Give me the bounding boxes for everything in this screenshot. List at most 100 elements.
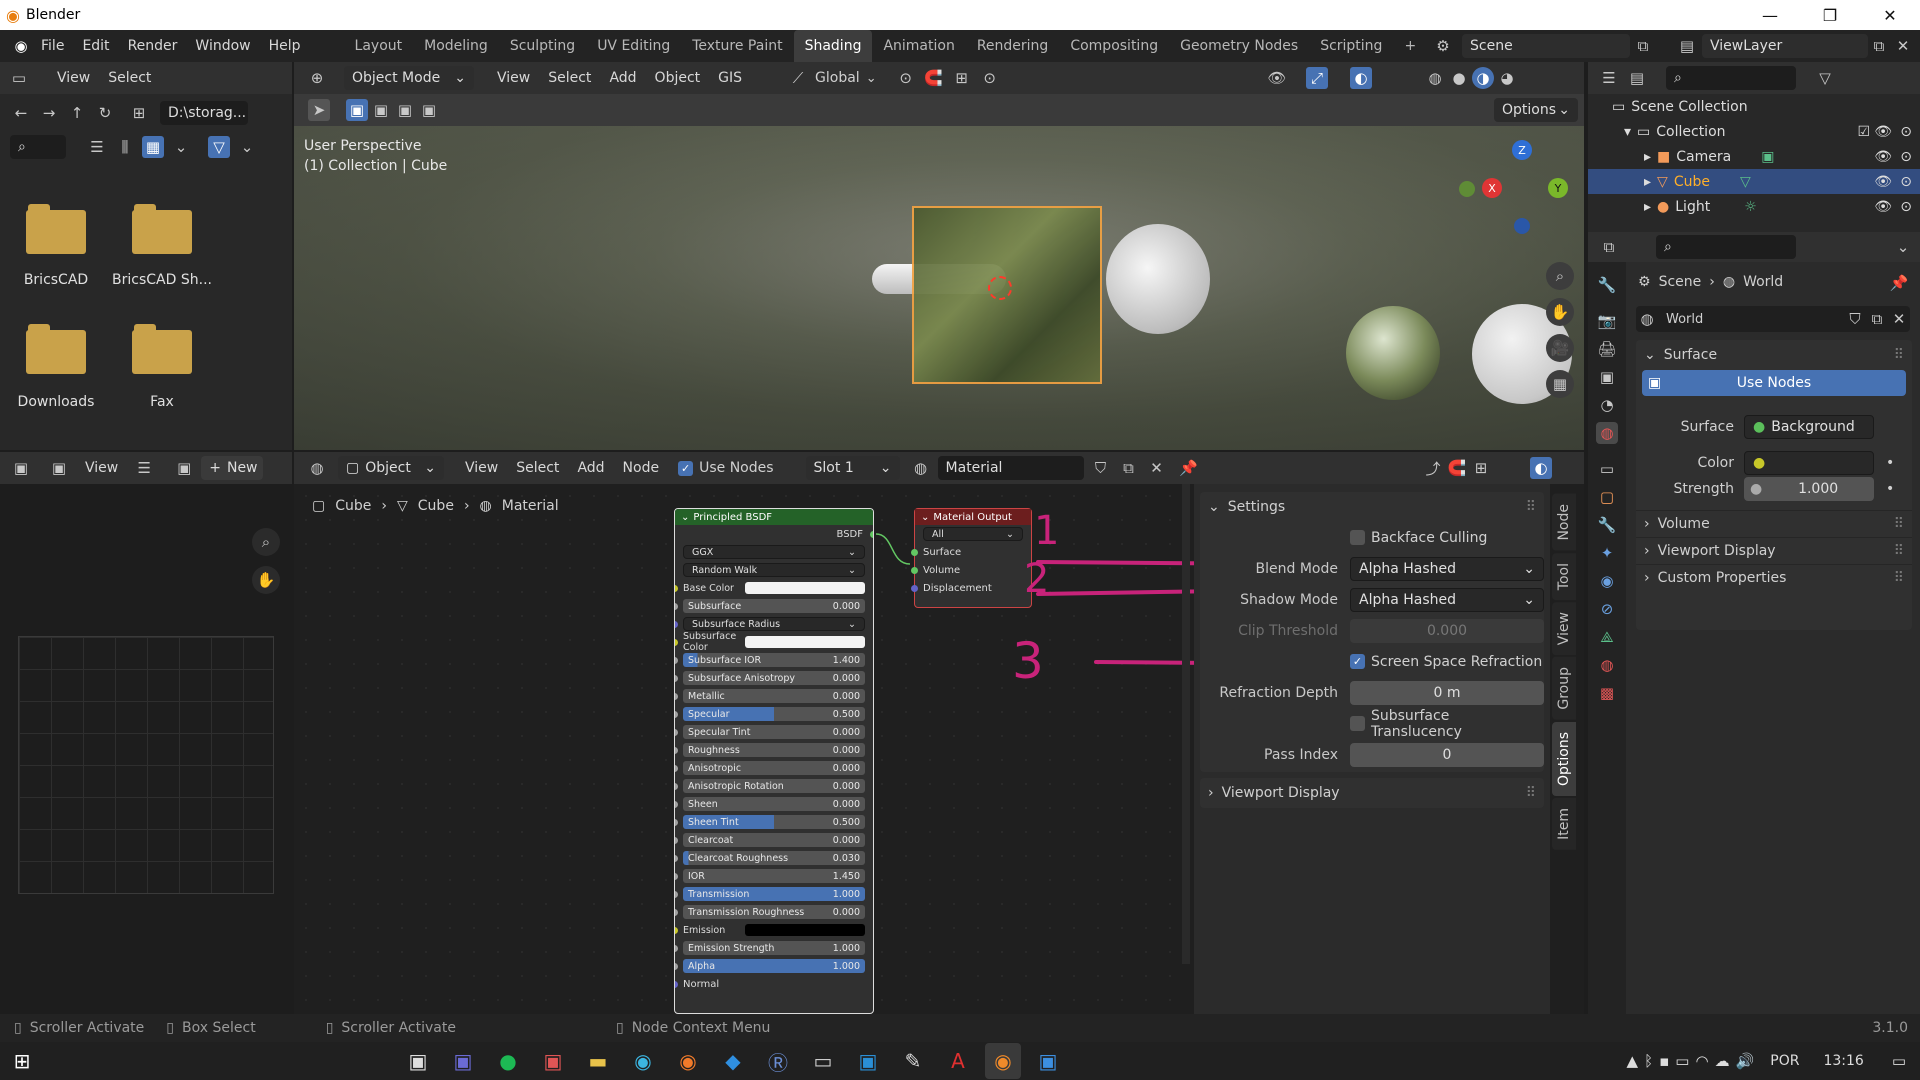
material-output-node[interactable]: ⌄ Material Output All ⌄ Surface Volume Dis… <box>911 508 1032 608</box>
file-item[interactable]: BricsCAD <box>24 204 122 288</box>
gizmo-z-axis[interactable]: Z <box>1512 140 1532 160</box>
terminal-icon[interactable]: ▭ <box>805 1043 841 1079</box>
scrollbar[interactable] <box>1182 484 1190 964</box>
sidebar-tab-item[interactable]: Item <box>1552 797 1576 850</box>
fake-user-icon[interactable]: ⛉ <box>1844 308 1866 330</box>
bsdf-input-subsurface[interactable]: Subsurface 0.000 <box>675 597 873 615</box>
transform-orientation-icon[interactable]: ⟋ <box>787 67 809 89</box>
scene-icon[interactable]: ⚙ <box>1432 35 1454 57</box>
path-field[interactable]: D:\storag... <box>160 101 248 125</box>
menu-file[interactable]: File <box>32 30 73 62</box>
target-dropdown[interactable]: All ⌄ <box>923 527 1023 541</box>
solid-shading-icon[interactable]: ● <box>1448 67 1470 89</box>
file-item[interactable]: Fax <box>132 324 228 410</box>
outliner-item-light[interactable]: ▸ ● Light ☼ 👁 ⊙ <box>1588 194 1920 219</box>
uv-grid[interactable] <box>18 636 274 894</box>
language-indicator[interactable]: POR <box>1770 1053 1799 1069</box>
display-mode-icon[interactable]: ▤ <box>1626 67 1648 89</box>
3d-viewport[interactable]: ⊕ Object Mode ⌄ View Select Add Object GIS ⟋ … <box>294 62 1584 450</box>
node-menu-node[interactable]: Node <box>614 452 669 484</box>
bsdf-input-transmission[interactable]: Transmission 1.000 <box>675 885 873 903</box>
blender-menu-icon[interactable]: ◉ <box>10 35 32 57</box>
refresh-icon[interactable]: ↻ <box>94 102 116 124</box>
new-image-button[interactable]: + New <box>201 456 264 480</box>
store-icon[interactable]: ▣ <box>400 1043 436 1079</box>
minimize-button[interactable]: — <box>1740 0 1800 30</box>
outliner-item-camera[interactable]: ▸ ■ Camera ▣ 👁 ⊙ <box>1588 144 1920 169</box>
collection-tab-icon[interactable]: ▭ <box>1596 458 1618 480</box>
duplicate-icon[interactable]: ⧉ <box>1866 308 1888 330</box>
horizontal-list-icon[interactable]: ⫼ <box>114 136 136 158</box>
forward-icon[interactable]: → <box>38 102 60 124</box>
pass-index-field[interactable]: 0 <box>1350 742 1544 767</box>
viewport-menu-add[interactable]: Add <box>600 62 645 94</box>
fake-user-icon[interactable]: ⛉ <box>1090 457 1112 479</box>
outliner-search[interactable]: ⌕ <box>1666 66 1796 90</box>
bsdf-node-header[interactable]: ⌄ Principled BSDF <box>675 509 873 525</box>
material-browse-icon[interactable]: ◍ <box>910 457 932 479</box>
viewport-menu-select[interactable]: Select <box>539 62 600 94</box>
bsdf-input-emission-strength[interactable]: Emission Strength 1.000 <box>675 939 873 957</box>
vertical-list-icon[interactable]: ☰ <box>86 136 108 158</box>
proportional-icon[interactable]: ⊙ <box>979 67 1001 89</box>
windows-start-icon[interactable]: ⊞ <box>4 1043 40 1079</box>
camera-view-icon[interactable]: 🎥 <box>1546 334 1574 362</box>
subsurface-method-dropdown[interactable]: Random Walk ⌄ <box>683 563 865 577</box>
maximize-button[interactable]: ❐ <box>1800 0 1860 30</box>
menu-window[interactable]: Window <box>186 30 259 62</box>
firefox-icon[interactable]: ◉ <box>670 1043 706 1079</box>
eye-icon[interactable]: 👁 <box>1874 149 1892 165</box>
filter-icon[interactable]: ▽ <box>208 136 230 158</box>
unlink-icon[interactable]: ✕ <box>1146 457 1168 479</box>
dropdown-icon[interactable]: ⌄ <box>1892 236 1914 258</box>
bsdf-input-transmission-roughness[interactable]: Transmission Roughness 0.000 <box>675 903 873 921</box>
acrobat-icon[interactable]: A <box>940 1043 976 1079</box>
bsdf-input-roughness[interactable]: Roughness 0.000 <box>675 741 873 759</box>
battery-icon[interactable]: ▭ <box>1675 1052 1689 1070</box>
keyframe-dot-icon[interactable]: • <box>1886 481 1894 497</box>
editor-type-icon[interactable]: ⧉ <box>1598 236 1620 258</box>
render-tab-icon[interactable]: 📷 <box>1596 310 1618 332</box>
blend-mode-dropdown[interactable]: Alpha Hashed ⌄ <box>1350 556 1544 581</box>
app-icon[interactable]: ▣ <box>535 1043 571 1079</box>
rendered-shading-icon[interactable]: ◕ <box>1496 67 1518 89</box>
inkscape-icon[interactable]: ✎ <box>895 1043 931 1079</box>
spotify-icon[interactable]: ● <box>490 1043 526 1079</box>
notification-icon[interactable]: ▭ <box>1892 1052 1906 1070</box>
camera-restrict-icon[interactable]: ⊙ <box>1900 149 1912 165</box>
visibility-icon[interactable]: 👁 <box>1266 67 1288 89</box>
sidebar-tab-options[interactable]: Options <box>1552 721 1576 796</box>
sort-dropdown-icon[interactable]: ⌄ <box>170 136 192 158</box>
expand-icon[interactable]: ▾ <box>1624 124 1631 140</box>
bsdf-input-sheen[interactable]: Sheen 0.000 <box>675 795 873 813</box>
bsdf-input-clearcoat[interactable]: Clearcoat 0.000 <box>675 831 873 849</box>
constraints-tab-icon[interactable]: ⊘ <box>1596 598 1618 620</box>
bsdf-input-subsurface-color[interactable]: Subsurface Color <box>675 631 873 653</box>
sidebar-tab-view[interactable]: View <box>1552 601 1576 655</box>
material-shading-icon[interactable]: ◑ <box>1472 67 1494 89</box>
options-dropdown[interactable]: Options ⌄ <box>1494 98 1578 122</box>
keyframe-dot-icon[interactable]: • <box>1886 455 1894 471</box>
bluetooth-icon[interactable]: ᛒ <box>1644 1052 1653 1070</box>
sidebar-tab-group[interactable]: Group <box>1552 656 1576 720</box>
file-explorer-icon[interactable]: ▬ <box>580 1043 616 1079</box>
filter-icon[interactable]: ▽ <box>1814 67 1836 89</box>
blender-taskbar-icon[interactable]: ◉ <box>985 1043 1021 1079</box>
select-new-icon[interactable]: ▣ <box>346 99 368 121</box>
window-icon[interactable]: ▣ <box>1030 1043 1066 1079</box>
eye-icon[interactable]: 👁 <box>1874 199 1892 215</box>
node-menu-add[interactable]: Add <box>568 452 613 484</box>
texture-tab-icon[interactable]: ▩ <box>1596 682 1618 704</box>
output-tab-icon[interactable]: 🖨 <box>1596 338 1618 360</box>
r-icon[interactable]: Ⓡ <box>760 1043 796 1079</box>
tab-modeling[interactable]: Modeling <box>413 30 499 62</box>
snap-element-icon[interactable]: ⊞ <box>1470 457 1492 479</box>
close-button[interactable]: ✕ <box>1860 0 1920 30</box>
parent-dir-icon[interactable]: ↑ <box>66 102 88 124</box>
material-output-header[interactable]: ⌄ Material Output <box>915 509 1031 525</box>
parent-node-tree-icon[interactable]: ⤴ <box>1422 457 1444 479</box>
outliner-item-cube[interactable]: ▸ ▽ Cube ▽ 👁 ⊙ <box>1588 169 1920 194</box>
surface-shader-field[interactable]: ● Background <box>1744 415 1874 439</box>
bsdf-input-base-color[interactable]: Base Color <box>675 579 873 597</box>
view-layer-icon[interactable]: ▤ <box>1676 35 1698 57</box>
